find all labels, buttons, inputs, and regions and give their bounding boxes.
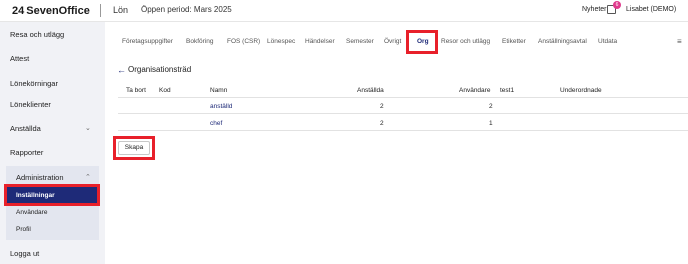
- sidebar-item-rapporter[interactable]: Rapporter: [10, 148, 43, 157]
- sidebar-subitem-anvandare[interactable]: Användare: [16, 209, 47, 216]
- chevron-down-icon[interactable]: ⌄: [85, 124, 91, 132]
- user-menu[interactable]: Lisabet (DEMO): [626, 6, 676, 13]
- table-row-namn[interactable]: anställd: [210, 103, 232, 110]
- back-arrow-icon[interactable]: ←: [117, 65, 126, 75]
- column-header-underordnade: Underordnade: [560, 87, 602, 94]
- sidebar-item-loneklienter[interactable]: Löneklienter: [10, 100, 51, 109]
- highlight-box-org-tab: [406, 30, 438, 54]
- sidebar-item-lonekorningar[interactable]: Lönekörningar: [10, 79, 58, 88]
- sidebar-item-logga-ut[interactable]: Logga ut: [10, 249, 39, 258]
- table-divider: [118, 130, 688, 131]
- sidebar-item-resa-och-utlagg[interactable]: Resa och utlägg: [10, 30, 64, 39]
- news-badge: 6: [613, 1, 621, 9]
- sidebar-item-attest[interactable]: Attest: [10, 54, 29, 63]
- top-bar: 24 SevenOffice Lön Öppen period: Mars 202…: [0, 0, 688, 22]
- tab-fos-csr[interactable]: FOS (CSR): [227, 38, 260, 45]
- logo-mark: 24: [12, 5, 25, 17]
- chevron-up-icon[interactable]: ⌃: [85, 173, 91, 181]
- tab-handelser[interactable]: Händelser: [305, 38, 335, 45]
- app-logo[interactable]: 24 SevenOffice: [12, 5, 90, 17]
- header-divider: [100, 4, 101, 17]
- tab-foretagsuppgifter[interactable]: Företagsuppgifter: [122, 38, 173, 45]
- tab-bokforing[interactable]: Bokföring: [186, 38, 213, 45]
- tab-lonespec[interactable]: Lönespec: [267, 38, 295, 45]
- tab-utdata[interactable]: Utdata: [598, 38, 617, 45]
- logo-text: SevenOffice: [26, 5, 90, 17]
- column-header-test1: test1: [500, 87, 515, 94]
- table-row-anstallda: 2: [380, 120, 384, 127]
- table-divider: [118, 97, 688, 98]
- news-link[interactable]: Nyheter: [582, 6, 607, 13]
- table-divider: [118, 113, 688, 114]
- tab-etiketter[interactable]: Etiketter: [502, 38, 526, 45]
- column-header-anstallda: Anställda: [357, 87, 384, 94]
- column-header-ta-bort: Ta bort: [126, 87, 146, 94]
- column-header-namn: Namn: [210, 87, 228, 94]
- tab-semester[interactable]: Semester: [346, 38, 374, 45]
- column-header-anvandare: Användare: [459, 87, 491, 94]
- highlight-box-installningar: [4, 184, 100, 206]
- tab-resor-och-utlagg[interactable]: Resor och utlägg: [441, 38, 490, 45]
- module-name: Lön: [113, 5, 129, 15]
- menu-icon[interactable]: ≡: [677, 37, 682, 46]
- page-title: Organisationsträd: [128, 65, 192, 74]
- sidebar-item-administration[interactable]: Administration: [16, 173, 64, 182]
- highlight-box-create-button: [113, 136, 155, 160]
- open-period: Öppen period: Mars 2025: [141, 5, 232, 14]
- tab-ovrigt[interactable]: Övrigt: [384, 38, 401, 45]
- sidebar-subitem-profil[interactable]: Profil: [16, 226, 31, 233]
- table-row-anvandare: 1: [489, 120, 493, 127]
- table-row-anstallda: 2: [380, 103, 384, 110]
- tab-anstallningsavtal[interactable]: Anställningsavtal: [538, 38, 587, 45]
- column-header-kod: Kod: [159, 87, 171, 94]
- table-row-namn[interactable]: chef: [210, 120, 222, 127]
- sidebar-item-anstallda[interactable]: Anställda: [10, 124, 41, 133]
- table-row-anvandare: 2: [489, 103, 493, 110]
